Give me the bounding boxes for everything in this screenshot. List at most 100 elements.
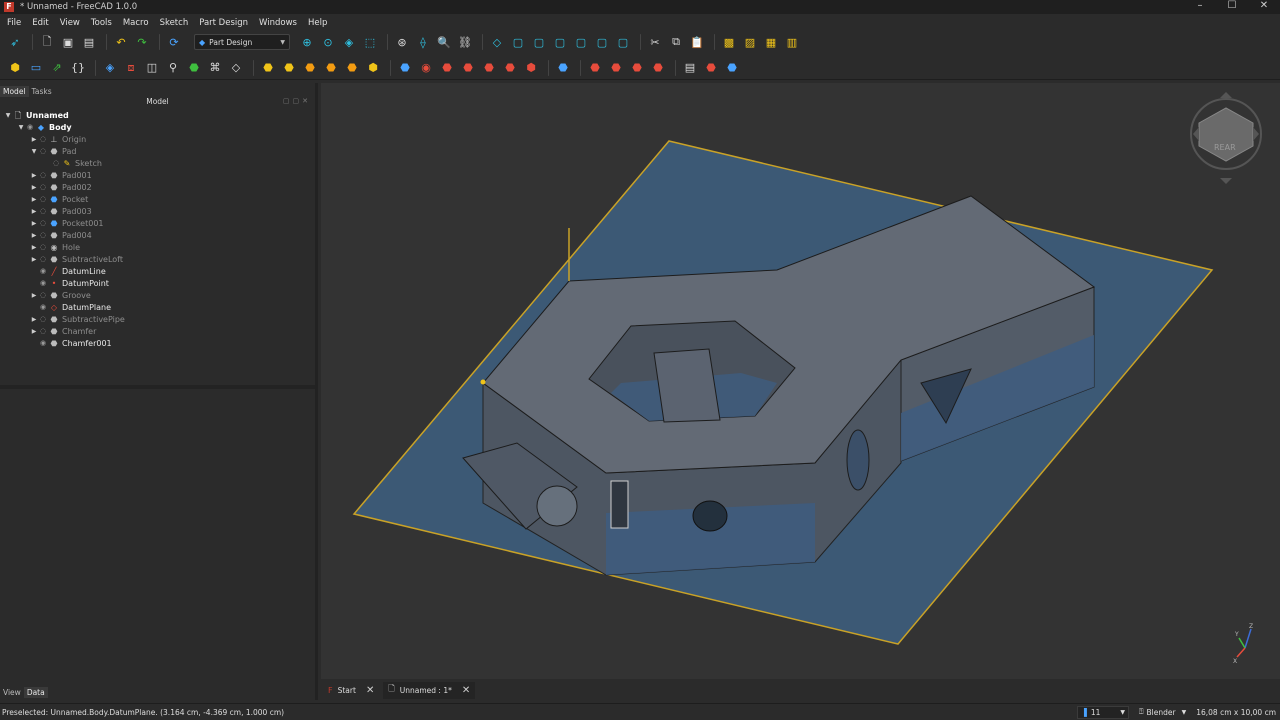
menu-macro[interactable]: Macro (116, 18, 153, 28)
close-button[interactable]: ✕ (1248, 0, 1280, 14)
visibility-eye-icon[interactable]: ◉ (25, 123, 35, 131)
visibility-eye-icon[interactable]: ◌ (38, 219, 48, 227)
link-icon[interactable]: ⛓ (456, 33, 474, 51)
datum-plane-icon[interactable]: ◈ (101, 59, 119, 77)
visibility-eye-icon[interactable]: ◌ (38, 255, 48, 263)
validate-sketch-icon[interactable]: ⇗ (48, 59, 66, 77)
visibility-eye-icon[interactable]: ◌ (38, 135, 48, 143)
menu-help[interactable]: Help (301, 18, 331, 28)
fillet-icon[interactable]: ⬣ (586, 59, 604, 77)
create-body-icon[interactable]: ⬢ (6, 59, 24, 77)
collapsed-arrow-icon[interactable]: ▶ (30, 136, 38, 143)
3d-scene[interactable]: REAR Z Y X (321, 83, 1280, 679)
collapsed-arrow-icon[interactable]: ▶ (30, 328, 38, 335)
pad-icon[interactable]: ⬣ (259, 59, 277, 77)
tree-item-hole[interactable]: ▶ ◌ ◉ Hole (0, 241, 315, 253)
menu-sketch[interactable]: Sketch (153, 18, 193, 28)
polar-pattern-icon[interactable]: ⬣ (723, 59, 741, 77)
tree-item-pad003[interactable]: ▶ ◌ ⬣ Pad003 (0, 205, 315, 217)
tree-item-pad[interactable]: ▼ ◌ ⬣ Pad (0, 145, 315, 157)
additive-helix-icon[interactable]: ⬣ (343, 59, 361, 77)
visibility-eye-icon[interactable]: ◌ (38, 147, 48, 155)
revolution-icon[interactable]: ⬣ (280, 59, 298, 77)
mirrored-icon[interactable]: ▤ (681, 59, 699, 77)
tree-item-chamfer001[interactable]: ◉ ⬣ Chamfer001 (0, 337, 315, 349)
navigation-cube[interactable] (1190, 92, 1262, 184)
menu-view[interactable]: View (53, 18, 84, 28)
tree-item-pad004[interactable]: ▶ ◌ ⬣ Pad004 (0, 229, 315, 241)
collapsed-arrow-icon[interactable]: ▶ (30, 292, 38, 299)
tree-item-datumpoint[interactable]: ◉ • DatumPoint (0, 277, 315, 289)
slot-cutout[interactable] (610, 480, 629, 529)
subtractive-primitive-icon[interactable]: ⬢ (522, 59, 540, 77)
menu-part-design[interactable]: Part Design (192, 18, 252, 28)
clone-icon[interactable]: ⧈ (122, 59, 140, 77)
tree-item-unnamed[interactable]: ▼ 🗋 Unnamed (0, 109, 315, 121)
zoom-icon[interactable]: 🔍 (435, 33, 453, 51)
dock-controls[interactable]: ▢▢✕ (283, 97, 311, 105)
view-top-icon[interactable]: ▢ (530, 33, 548, 51)
tree-item-body[interactable]: ▼ ◉ ◆ Body (0, 121, 315, 133)
tree-item-groove[interactable]: ▶ ◌ ⬣ Groove (0, 289, 315, 301)
tab-model[interactable]: Model (0, 86, 29, 97)
navigation-style[interactable]: ⍰ Blender ▼ (1139, 707, 1186, 717)
datum-line-icon[interactable]: ⬣ (185, 59, 203, 77)
datum-point[interactable] (480, 379, 486, 385)
visibility-eye-icon[interactable]: ◉ (38, 339, 48, 347)
menu-tools[interactable]: Tools (84, 18, 116, 28)
tree-item-origin[interactable]: ▶ ◌ ⊥ Origin (0, 133, 315, 145)
groove-cutout[interactable] (846, 429, 870, 491)
menu-file[interactable]: File (0, 18, 25, 28)
3d-viewport[interactable]: REAR Z Y X (321, 83, 1280, 679)
subtractive-pipe-icon[interactable]: ⬣ (480, 59, 498, 77)
attach-icon[interactable]: ◇ (227, 59, 245, 77)
tab-data[interactable]: Data (23, 687, 48, 698)
tree-item-subtractivepipe[interactable]: ▶ ◌ ⬣ SubtractivePipe (0, 313, 315, 325)
paste-icon[interactable]: 📋 (688, 33, 706, 51)
visibility-eye-icon[interactable]: ◌ (38, 327, 48, 335)
doc-tab-unnamed[interactable]: 🗋 Unnamed : 1* ✕ (383, 681, 476, 699)
create-sketch-icon[interactable]: ▭ (27, 59, 45, 77)
visibility-eye-icon[interactable]: ◌ (38, 291, 48, 299)
open-document-icon[interactable]: ▣ (59, 33, 77, 51)
view-front-icon[interactable]: ▢ (509, 33, 527, 51)
visibility-eye-icon[interactable]: ◉ (38, 303, 48, 311)
fit-all-icon[interactable]: ⊕ (298, 33, 316, 51)
collapsed-arrow-icon[interactable]: ▶ (30, 208, 38, 215)
visibility-eye-icon[interactable]: ◌ (51, 159, 61, 167)
visibility-eye-icon[interactable]: ◌ (38, 195, 48, 203)
view-right-icon[interactable]: ▢ (551, 33, 569, 51)
redo-icon[interactable]: ↷ (133, 33, 151, 51)
boolean-icon[interactable]: ⬣ (554, 59, 572, 77)
fit-selection-icon[interactable]: ⊙ (319, 33, 337, 51)
tree-item-datumline[interactable]: ◉ ╱ DatumLine (0, 265, 315, 277)
menu-edit[interactable]: Edit (25, 18, 52, 28)
chamfer-icon[interactable]: ⬣ (607, 59, 625, 77)
tree-item-sketch[interactable]: ◌ ✎ Sketch (0, 157, 315, 169)
collapsed-arrow-icon[interactable]: ▶ (30, 172, 38, 179)
measure-icon[interactable]: ⟠ (414, 33, 432, 51)
hole-icon[interactable]: ◉ (417, 59, 435, 77)
create-group-icon[interactable]: ▨ (741, 33, 759, 51)
maximize-button[interactable]: ☐ (1216, 0, 1248, 14)
visibility-eye-icon[interactable]: ◌ (38, 183, 48, 191)
subtractive-helix-icon[interactable]: ⬣ (501, 59, 519, 77)
sub-shape-binder-icon[interactable]: ◫ (143, 59, 161, 77)
doc-tab-start[interactable]: F Start ✕ (323, 682, 379, 699)
tab-tasks[interactable]: Tasks (29, 86, 55, 97)
tree-item-pocket001[interactable]: ▶ ◌ ⬣ Pocket001 (0, 217, 315, 229)
visibility-eye-icon[interactable]: ◌ (38, 243, 48, 251)
linear-pattern-icon[interactable]: ⬣ (702, 59, 720, 77)
new-document-icon[interactable]: 🗋 (38, 33, 56, 51)
additive-pipe-icon[interactable]: ⬣ (322, 59, 340, 77)
close-icon[interactable]: ✕ (462, 685, 470, 696)
datum-point-icon[interactable]: ⚲ (164, 59, 182, 77)
collapsed-arrow-icon[interactable]: ▶ (30, 196, 38, 203)
copy-icon[interactable]: ⧉ (667, 33, 685, 51)
groove-icon[interactable]: ⬣ (438, 59, 456, 77)
tree-item-chamfer[interactable]: ▶ ◌ ⬣ Chamfer (0, 325, 315, 337)
collapsed-arrow-icon[interactable]: ▶ (30, 232, 38, 239)
expanded-arrow-icon[interactable]: ▼ (4, 112, 12, 119)
view-left-icon[interactable]: ▢ (614, 33, 632, 51)
close-icon[interactable]: ✕ (366, 685, 374, 696)
